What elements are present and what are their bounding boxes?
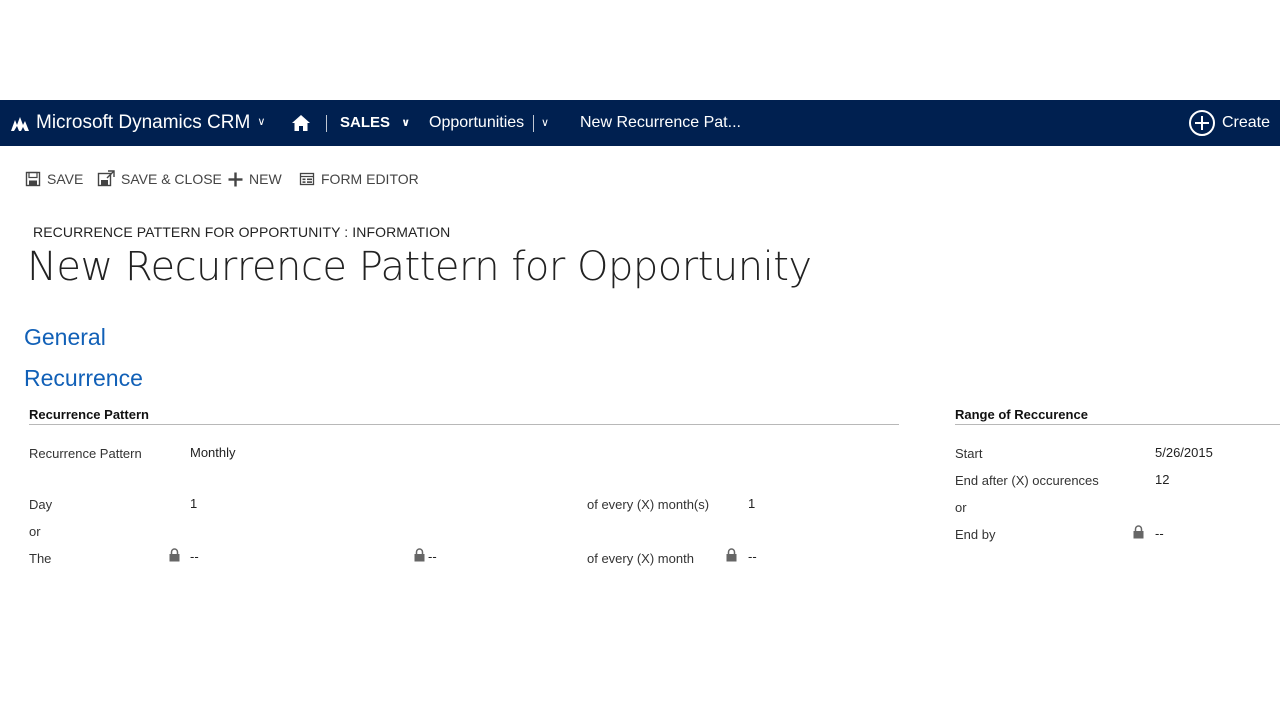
or-label: or (29, 524, 41, 539)
nav-separator (533, 115, 534, 132)
nav-current-record[interactable]: New Recurrence Pat... (580, 100, 741, 146)
entity-label: Opportunities (429, 114, 525, 131)
brand-label: Microsoft Dynamics CRM (36, 112, 251, 133)
area-menu-sales[interactable]: SALES ∨ (340, 100, 410, 146)
section-divider (955, 424, 1280, 425)
new-button[interactable]: NEW (228, 168, 282, 190)
the-label: The (29, 551, 52, 566)
tab-recurrence[interactable]: Recurrence (24, 365, 143, 392)
section-title-recurrence-pattern: Recurrence Pattern (29, 407, 149, 422)
save-close-label: SAVE & CLOSE (121, 171, 222, 187)
plus-icon (228, 172, 243, 186)
dynamics-logo-icon (11, 117, 29, 131)
the-ordinal-field[interactable]: -- (190, 549, 199, 564)
tab-general[interactable]: General (24, 324, 106, 351)
chevron-down-icon: ∨ (257, 116, 266, 128)
save-close-button[interactable]: SAVE & CLOSE (97, 168, 222, 190)
save-close-icon (97, 170, 115, 187)
lock-icon (414, 548, 425, 562)
chevron-down-icon: ∨ (541, 117, 550, 129)
end-by-field[interactable]: -- (1155, 526, 1164, 541)
every-month-label: of every (X) month (587, 551, 694, 566)
every-month-field[interactable]: -- (748, 549, 757, 564)
plus-circle-icon (1189, 110, 1215, 136)
start-label: Start (955, 446, 983, 461)
end-by-label: End by (955, 527, 996, 542)
save-label: SAVE (47, 171, 84, 187)
every-months-field[interactable]: 1 (748, 496, 755, 511)
entity-dropdown-button[interactable]: ∨ (541, 100, 549, 146)
save-icon (25, 171, 41, 187)
home-icon (292, 115, 310, 131)
recurrence-pattern-label: Recurrence Pattern (29, 446, 142, 461)
form-editor-label: FORM EDITOR (321, 171, 419, 187)
lock-icon (726, 548, 737, 562)
every-months-label: of every (X) month(s) (587, 497, 710, 512)
chevron-down-icon: ∨ (401, 117, 411, 129)
record-label: New Recurrence Pat... (580, 114, 741, 131)
create-label: Create (1222, 114, 1271, 131)
area-label: SALES (340, 114, 391, 131)
create-button[interactable]: Create (1188, 100, 1270, 146)
save-button[interactable]: SAVE (25, 168, 83, 190)
new-label: NEW (249, 171, 282, 187)
end-after-label: End after (X) occurences (955, 473, 1099, 488)
start-field[interactable]: 5/26/2015 (1155, 445, 1213, 460)
home-button[interactable] (291, 100, 311, 146)
page-title: New Recurrence Pattern for Opportunity (27, 244, 812, 290)
top-navigation-bar: Microsoft Dynamics CRM ∨ SALES ∨ Opportu… (0, 100, 1280, 146)
day-field[interactable]: 1 (190, 496, 197, 511)
section-title-range: Range of Reccurence (955, 407, 1088, 422)
lock-icon (169, 548, 180, 562)
nav-separator (326, 115, 327, 132)
recurrence-pattern-field[interactable]: Monthly (190, 445, 236, 460)
form-editor-button[interactable]: FORM EDITOR (299, 168, 419, 190)
form-editor-icon (299, 172, 315, 186)
section-divider (29, 424, 899, 425)
or-label: or (955, 500, 967, 515)
nav-entity-opportunities[interactable]: Opportunities (429, 100, 524, 146)
day-label: Day (29, 497, 53, 512)
form-entity-label: RECURRENCE PATTERN FOR OPPORTUNITY : INF… (33, 224, 451, 240)
lock-icon (1133, 525, 1144, 539)
end-after-field[interactable]: 12 (1155, 472, 1169, 487)
brand-menu[interactable]: Microsoft Dynamics CRM ∨ (10, 100, 265, 146)
the-weekday-field[interactable]: -- (428, 549, 437, 564)
